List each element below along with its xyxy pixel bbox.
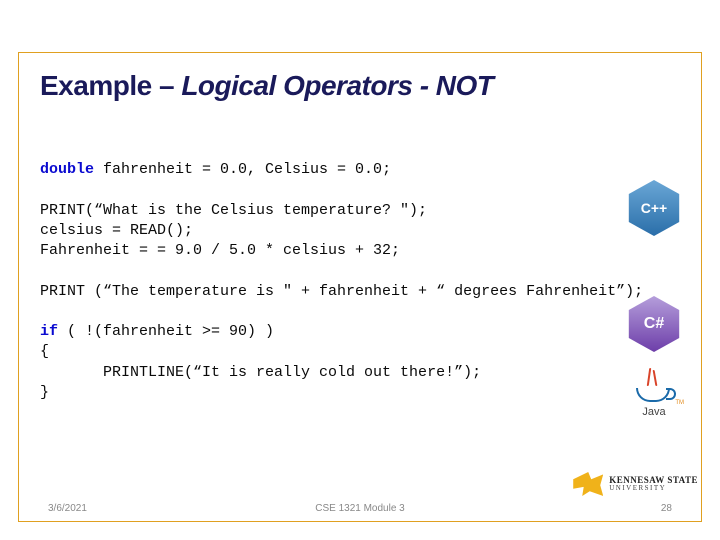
title-italic: Logical Operators - NOT	[181, 70, 493, 101]
java-cup-icon	[636, 388, 670, 402]
code-line-3: PRINT(“What is the Celsius temperature? …	[40, 202, 427, 219]
java-steam-icon	[653, 370, 658, 386]
ksu-text: KENNESAW STATE UNIVERSITY	[609, 476, 698, 493]
code-block: double fahrenheit = 0.0, Celsius = 0.0; …	[40, 160, 670, 403]
java-logo-icon: Java TM	[626, 366, 682, 418]
ksu-mark-icon	[573, 472, 603, 496]
cpp-logo-icon	[626, 180, 682, 236]
footer-module: CSE 1321 Module 3	[0, 503, 720, 514]
keyword-double: double	[40, 161, 94, 178]
title-prefix: Example –	[40, 70, 181, 101]
ksu-logo: KENNESAW STATE UNIVERSITY	[573, 472, 698, 496]
code-line-4: celsius = READ();	[40, 222, 193, 239]
language-logos: Java TM	[626, 180, 690, 430]
code-line-12: }	[40, 384, 49, 401]
slide: Example – Logical Operators - NOT double…	[0, 0, 720, 540]
keyword-if: if	[40, 323, 58, 340]
java-text: Java	[626, 406, 682, 418]
java-steam-icon	[647, 368, 652, 386]
slide-title: Example – Logical Operators - NOT	[40, 70, 493, 102]
code-line-1: fahrenheit = 0.0, Celsius = 0.0;	[94, 161, 391, 178]
code-line-9: ( !(fahrenheit >= 90) )	[58, 323, 274, 340]
code-line-10: {	[40, 343, 49, 360]
csharp-logo-icon	[626, 296, 682, 352]
code-line-7: PRINT (“The temperature is " + fahrenhei…	[40, 283, 643, 300]
code-line-11: PRINTLINE(“It is really cold out there!”…	[40, 364, 481, 381]
footer-page: 28	[661, 503, 672, 514]
ksu-line2: UNIVERSITY	[609, 485, 698, 492]
code-line-5: Fahrenheit = = 9.0 / 5.0 * celsius + 32;	[40, 242, 400, 259]
java-tm: TM	[675, 400, 684, 406]
java-cup-handle-icon	[666, 388, 676, 400]
